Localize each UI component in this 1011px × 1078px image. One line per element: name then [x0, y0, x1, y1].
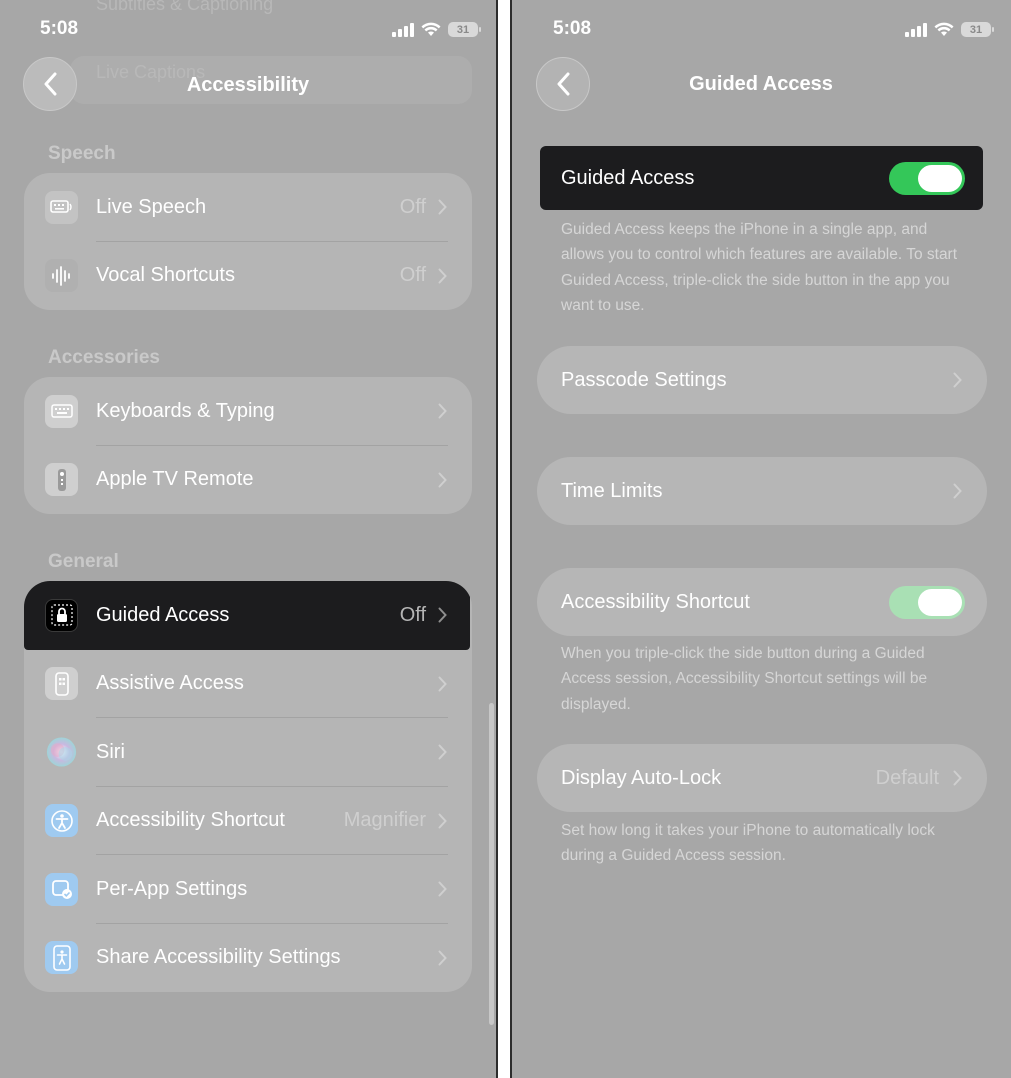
chevron-right-icon [438, 607, 447, 623]
row-label: Live Speech [96, 195, 207, 218]
row-label: Keyboards & Typing [96, 399, 275, 422]
accessibility-icon [45, 804, 78, 838]
row-value: Default [875, 766, 939, 789]
assistive-access-icon [45, 667, 78, 701]
row-label: Vocal Shortcuts [96, 264, 235, 287]
guided-access-switch[interactable] [889, 161, 965, 195]
wifi-icon [421, 22, 441, 36]
scrollbar[interactable] [489, 703, 494, 1025]
chevron-right-icon [438, 268, 447, 284]
accessibility-shortcut-switch[interactable] [889, 585, 965, 619]
per-app-icon [45, 872, 78, 906]
row-label: Display Auto-Lock [561, 766, 722, 789]
behind-row-label: Subtitles & Captioning [96, 0, 274, 14]
row-assistive-access[interactable]: Assistive Access [24, 650, 472, 718]
page-title: Guided Access [689, 73, 833, 95]
row-label: Siri [96, 740, 125, 763]
divider [496, 0, 498, 1078]
chevron-right-icon [953, 483, 962, 499]
chevron-right-icon [438, 881, 447, 897]
guided-access-screen: 5:08 31 Guided Access Guided Access Guid… [512, 0, 1011, 1078]
back-button[interactable] [23, 57, 77, 111]
row-value: Off [399, 195, 426, 218]
status-icons: 31 [905, 22, 994, 37]
status-time: 5:08 [553, 18, 592, 39]
row-apple-tv-remote[interactable]: Apple TV Remote [24, 446, 472, 515]
chevron-right-icon [953, 372, 962, 388]
chevron-right-icon [953, 770, 962, 786]
chevron-right-icon [438, 950, 447, 966]
accessibility-screen: Subtitles & Captioning Live Captions 5:0… [0, 0, 496, 1078]
row-label: Share Accessibility Settings [96, 946, 341, 969]
chevron-right-icon [438, 472, 447, 488]
cellular-signal-icon [392, 22, 414, 37]
status-time: 5:08 [40, 18, 79, 39]
auto-lock-description: Set how long it takes your iPhone to aut… [561, 822, 935, 865]
general-group: Guided Access Off Assistive Access Siri [24, 581, 472, 992]
keyboard-speech-icon [45, 190, 78, 224]
waveform-icon [45, 259, 78, 293]
chevron-left-icon [557, 72, 570, 96]
chevron-left-icon [44, 72, 57, 96]
chevron-right-icon [438, 676, 447, 692]
time-limits-row[interactable]: Time Limits [537, 457, 987, 525]
share-accessibility-icon [45, 941, 78, 975]
row-label: Assistive Access [96, 672, 244, 695]
lock-icon [45, 598, 78, 632]
accessories-group: Keyboards & Typing Apple TV Remote [24, 377, 472, 514]
remote-icon [45, 463, 78, 497]
keyboard-icon [45, 394, 78, 428]
row-keyboards-typing[interactable]: Keyboards & Typing [24, 377, 472, 446]
row-live-speech[interactable]: Live Speech Off [24, 173, 472, 242]
cellular-signal-icon [905, 22, 927, 37]
wifi-icon [934, 22, 954, 36]
chevron-right-icon [438, 744, 447, 760]
row-label: Apple TV Remote [96, 468, 254, 491]
section-header-accessories: Accessories [48, 347, 160, 368]
row-label: Passcode Settings [561, 368, 727, 391]
status-icons: 31 [392, 22, 481, 37]
guided-access-toggle-row: Guided Access [540, 146, 983, 210]
row-label: Accessibility Shortcut [561, 590, 750, 613]
row-accessibility-shortcut[interactable]: Accessibility Shortcut Magnifier [24, 787, 472, 855]
row-label: Time Limits [561, 479, 663, 502]
section-header-general: General [48, 551, 119, 572]
row-value: Off [399, 603, 426, 626]
row-siri[interactable]: Siri [24, 718, 472, 787]
speech-group: Live Speech Off Vocal Shortcuts Off [24, 173, 472, 310]
row-guided-access[interactable]: Guided Access Off [24, 581, 470, 650]
row-per-app-settings[interactable]: Per-App Settings [24, 855, 472, 924]
back-button[interactable] [536, 57, 590, 111]
row-label: Accessibility Shortcut [96, 809, 285, 832]
guided-access-description: Guided Access keeps the iPhone in a sing… [561, 221, 958, 314]
battery-indicator: 31 [448, 22, 481, 37]
row-share-accessibility-settings[interactable]: Share Accessibility Settings [24, 924, 472, 993]
accessibility-shortcut-description: When you triple-click the side button du… [561, 645, 928, 713]
accessibility-shortcut-row: Accessibility Shortcut [537, 568, 987, 636]
display-auto-lock-row[interactable]: Display Auto-Lock Default [537, 744, 987, 812]
chevron-right-icon [438, 199, 447, 215]
row-vocal-shortcuts[interactable]: Vocal Shortcuts Off [24, 242, 472, 311]
page-title: Accessibility [186, 74, 310, 96]
row-label: Per-App Settings [96, 877, 248, 900]
siri-icon [45, 736, 78, 769]
section-header-speech: Speech [48, 143, 116, 164]
chevron-right-icon [438, 813, 447, 829]
row-label: Guided Access [561, 166, 695, 189]
screenshot-pair: Subtitles & Captioning Live Captions 5:0… [0, 0, 1011, 1078]
passcode-settings-row[interactable]: Passcode Settings [537, 346, 987, 414]
chevron-right-icon [438, 403, 447, 419]
battery-indicator: 31 [961, 22, 994, 37]
row-value: Off [399, 264, 426, 287]
row-label: Guided Access [96, 603, 230, 626]
row-value: Magnifier [343, 809, 426, 832]
